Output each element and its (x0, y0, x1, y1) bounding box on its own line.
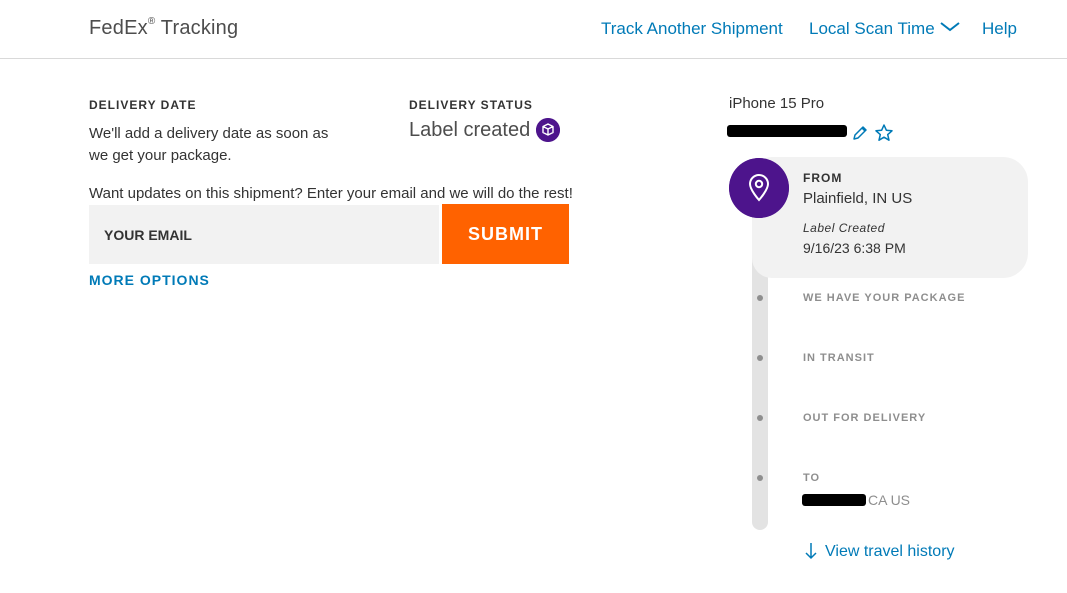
step-we-have-your-package: WE HAVE YOUR PACKAGE (803, 292, 966, 304)
header: FedEx® Tracking Track Another Shipment L… (0, 0, 1067, 59)
help-link[interactable]: Help (982, 19, 1017, 39)
step-out-for-delivery: OUT FOR DELIVERY (803, 412, 927, 424)
brand-logo[interactable]: FedEx® Tracking (89, 16, 239, 40)
delivery-status-label: DELIVERY STATUS (409, 98, 533, 112)
brand-suffix: Tracking (155, 17, 239, 39)
more-options-link[interactable]: MORE OPTIONS (89, 272, 210, 288)
tracking-number-redacted (727, 125, 847, 137)
timeline-dot (757, 475, 763, 481)
step-in-transit: IN TRANSIT (803, 352, 875, 364)
location-pin-icon (729, 158, 789, 218)
to-location-suffix: CA US (868, 492, 911, 508)
package-icon (536, 118, 560, 142)
timeline-dot (757, 355, 763, 361)
timeline-dot (757, 415, 763, 421)
chevron-down-icon[interactable] (939, 18, 961, 34)
pencil-icon[interactable] (851, 124, 869, 142)
from-status: Label Created (803, 221, 885, 235)
email-input[interactable] (89, 205, 439, 264)
from-datetime: 9/16/23 6:38 PM (803, 240, 906, 256)
local-scan-time-dropdown[interactable]: Local Scan Time (809, 19, 935, 39)
from-location: Plainfield, IN US (803, 190, 913, 207)
email-updates-prompt: Want updates on this shipment? Enter you… (89, 185, 573, 202)
submit-button[interactable]: SUBMIT (442, 204, 569, 264)
destination-redacted (802, 494, 866, 506)
delivery-status-text: Label created (409, 119, 531, 141)
star-icon[interactable] (874, 123, 894, 143)
delivery-date-label: DELIVERY DATE (89, 98, 197, 112)
track-another-shipment-link[interactable]: Track Another Shipment (601, 19, 783, 39)
from-label: FROM (803, 171, 843, 185)
brand-registered-mark: ® (147, 16, 156, 28)
to-label: TO (803, 472, 821, 484)
delivery-date-text: We'll add a delivery date as soon as we … (89, 125, 329, 164)
timeline-dot (757, 295, 763, 301)
brand-name: FedEx (89, 17, 148, 39)
from-card (752, 157, 1028, 278)
shipment-nickname: iPhone 15 Pro (729, 95, 825, 112)
view-travel-history-link[interactable]: View travel history (825, 543, 955, 561)
arrow-down-icon[interactable] (804, 542, 818, 560)
